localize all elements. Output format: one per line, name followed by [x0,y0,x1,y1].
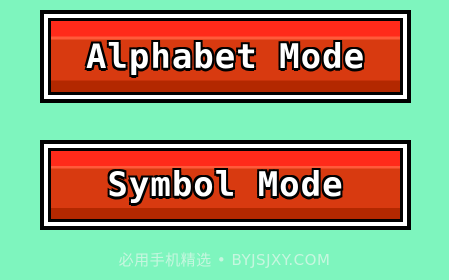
symbol-mode-button-face: Symbol Mode [48,148,403,222]
alphabet-mode-button-face: Alphabet Mode [48,18,403,95]
watermark: 必用手机精选 • BYJSJXY.COM [118,251,331,269]
symbol-mode-button[interactable]: Symbol Mode [40,140,411,230]
alphabet-mode-button[interactable]: Alphabet Mode [40,10,411,103]
symbol-mode-label: Symbol Mode [107,165,344,205]
alphabet-mode-label: Alphabet Mode [85,36,366,77]
